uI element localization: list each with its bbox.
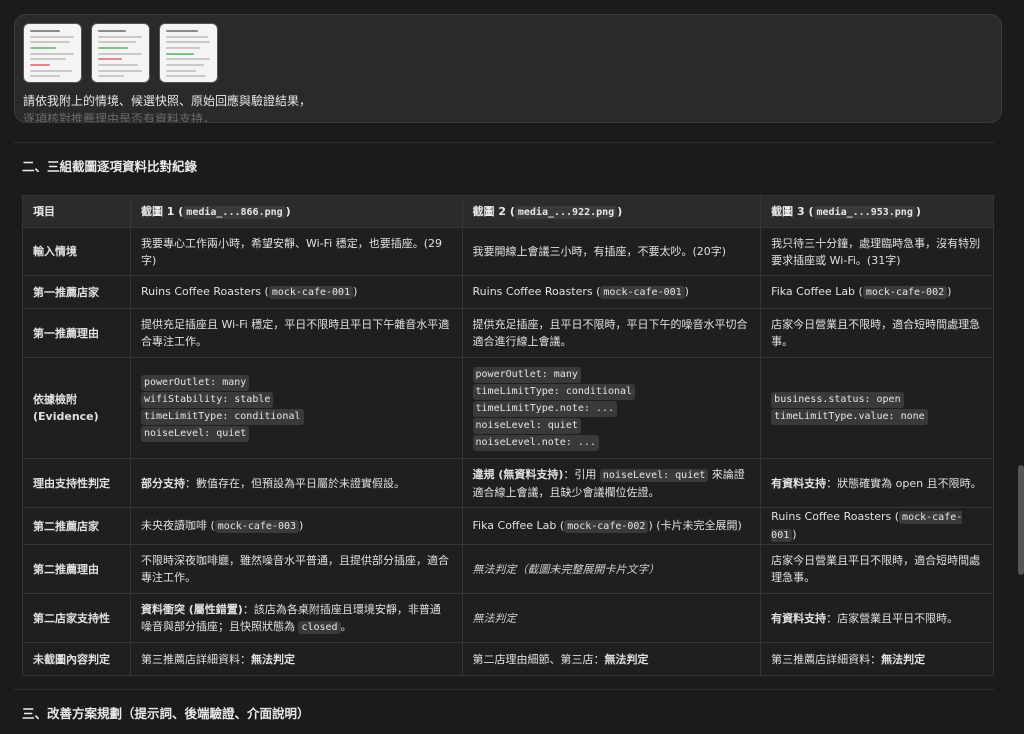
- table-row: 第一推薦理由 提供充足插座且 Wi-Fi 穩定，平日不限時且平日下午雜音水平適合…: [22, 308, 994, 358]
- evidence-code: powerOutlet: many: [472, 366, 581, 383]
- row-label: 第二店家支持性: [22, 593, 131, 643]
- table-cell-evidence: powerOutlet: many timeLimitType: conditi…: [461, 357, 762, 459]
- table-cell: 店家今日營業且平日不限時，適合短時間處理急事。: [760, 544, 994, 594]
- comparison-table: 項目 截圖 1 (media_...866.png) 截圖 2 (media_.…: [22, 195, 994, 676]
- table-row: 第一推薦店家 Ruins Coffee Roasters (mock-cafe-…: [22, 275, 994, 309]
- evidence-code: timeLimitType.value: none: [771, 409, 928, 425]
- evidence-code: timeLimitType.note: ...: [472, 400, 617, 417]
- table-cell: 有資料支持：狀態確實為 open 且不限時。: [760, 458, 994, 508]
- divider: [14, 689, 994, 690]
- row-label: 第二推薦理由: [22, 544, 131, 594]
- table-cell: 我只待三十分鐘，處理臨時急事，沒有特別要求插座或 Wi-Fi。(31字): [760, 227, 994, 276]
- row-label: 第一推薦店家: [22, 275, 131, 309]
- row-label: 第一推薦理由: [22, 308, 131, 358]
- evidence-code: powerOutlet: many: [140, 375, 250, 391]
- table-cell: 不限時深夜咖啡廳，雖然噪音水平普通，且提供部分插座，適合專注工作。: [129, 544, 463, 594]
- table-header-row: 項目 截圖 1 (media_...866.png) 截圖 2 (media_.…: [22, 195, 994, 228]
- message-text: 請依我附上的情境、候選快照、原始回應與驗證結果， 逐項核對推薦理由是否有資料支持…: [23, 92, 312, 123]
- message-line: 請依我附上的情境、候選快照、原始回應與驗證結果，: [23, 94, 312, 108]
- scrollbar-thumb[interactable]: [1018, 465, 1024, 575]
- table-cell: 違規 (無資料支持)：引用 noiseLevel: quiet 來論證適合線上會…: [461, 458, 762, 508]
- table-row: 理由支持性判定 部分支持：數值存在，但預設為平日屬於未證實假設。 違規 (無資料…: [22, 458, 994, 508]
- evidence-code: business.status: open: [771, 392, 904, 408]
- table-cell: 我要專心工作兩小時，希望安靜、Wi-Fi 穩定，也要插座。(29字): [129, 227, 463, 276]
- header-screenshot-1: 截圖 1 (media_...866.png): [129, 195, 463, 228]
- table-row: 未截圖內容判定 第三推薦店詳細資料：無法判定 第二店理由細節、第三店：無法判定 …: [22, 642, 994, 676]
- row-label: 未截圖內容判定: [22, 642, 131, 676]
- table-cell: 店家今日營業且不限時，適合短時間處理急事。: [760, 308, 994, 358]
- header-screenshot-2: 截圖 2 (media_...922.png): [461, 195, 762, 228]
- table-cell-evidence: business.status: open timeLimitType.valu…: [760, 357, 994, 459]
- table-cell-evidence: powerOutlet: many wifiStability: stable …: [129, 357, 463, 459]
- header-screenshot-3: 截圖 3 (media_...953.png): [760, 195, 994, 228]
- header-item: 項目: [22, 195, 131, 228]
- table-cell: Fika Coffee Lab (mock-cafe-002): [760, 275, 994, 309]
- table-cell: 我要開線上會議三小時，有插座，不要太吵。(20字): [461, 227, 762, 276]
- table-cell: 未央夜讀咖啡 (mock-cafe-003): [129, 507, 463, 545]
- evidence-code: noiseLevel: quiet: [472, 417, 581, 434]
- attachment-thumbnails: [23, 23, 218, 83]
- table-row: 第二推薦理由 不限時深夜咖啡廳，雖然噪音水平普通，且提供部分插座，適合專注工作。…: [22, 544, 994, 594]
- row-label: 理由支持性判定: [22, 458, 131, 508]
- table-cell: 無法判定: [461, 593, 762, 643]
- table-cell: Ruins Coffee Roasters (mock-cafe-001): [129, 275, 463, 309]
- attachment-thumbnail[interactable]: [23, 23, 82, 83]
- table-row: 第二推薦店家 未央夜讀咖啡 (mock-cafe-003) Fika Coffe…: [22, 507, 994, 545]
- row-label: 依據檢附 (Evidence): [22, 357, 131, 459]
- table-cell: 提供充足插座且 Wi-Fi 穩定，平日不限時且平日下午雜音水平適合專注工作。: [129, 308, 463, 358]
- section-title: 三、改善方案規劃（提示詞、後端驗證、介面說明）: [22, 706, 310, 721]
- evidence-code: wifiStability: stable: [140, 392, 274, 408]
- table-cell: Fika Coffee Lab (mock-cafe-002) (卡片未完全展開…: [461, 507, 762, 545]
- table-cell: 第二店理由細節、第三店：無法判定: [461, 642, 762, 676]
- section-title: 二、三組截圖逐項資料比對紀錄: [22, 159, 198, 174]
- table-cell: 提供充足插座，且平日不限時，平日下午的噪音水平切合適合進行線上會議。: [461, 308, 762, 358]
- evidence-code: timeLimitType: conditional: [140, 409, 304, 425]
- table-cell: 有資料支持：店家營業且平日不限時。: [760, 593, 994, 643]
- user-message-card: 請依我附上的情境、候選快照、原始回應與驗證結果， 逐項核對推薦理由是否有資料支持…: [14, 14, 1002, 123]
- attachment-thumbnail[interactable]: [159, 23, 218, 83]
- evidence-code: timeLimitType: conditional: [472, 383, 636, 400]
- table-cell: Ruins Coffee Roasters (mock-cafe-001): [461, 275, 762, 309]
- evidence-code: noiseLevel.note: ...: [472, 434, 599, 451]
- table-cell: Ruins Coffee Roasters (mock-cafe-001): [760, 507, 994, 545]
- table-cell: 第三推薦店詳細資料：無法判定: [760, 642, 994, 676]
- divider: [14, 142, 994, 143]
- table-row: 依據檢附 (Evidence) powerOutlet: many wifiSt…: [22, 357, 994, 459]
- evidence-code: noiseLevel: quiet: [140, 426, 250, 442]
- table-cell: 無法判定（截圖未完整展開卡片文字）: [461, 544, 762, 594]
- message-line-faded: 逐項核對推薦理由是否有資料支持，: [23, 112, 216, 123]
- row-label: 輸入情境: [22, 227, 131, 276]
- row-label: 第二推薦店家: [22, 507, 131, 545]
- table-cell: 第三推薦店詳細資料：無法判定: [129, 642, 463, 676]
- attachment-thumbnail[interactable]: [91, 23, 150, 83]
- table-row: 第二店家支持性 資料衝突 (屬性錯置)：該店為各桌附插座且環境安靜，非普通噪音與…: [22, 593, 994, 643]
- table-cell: 部分支持：數值存在，但預設為平日屬於未證實假設。: [129, 458, 463, 508]
- table-row: 輸入情境 我要專心工作兩小時，希望安靜、Wi-Fi 穩定，也要插座。(29字) …: [22, 227, 994, 276]
- table-cell: 資料衝突 (屬性錯置)：該店為各桌附插座且環境安靜，非普通噪音與部分插座；且快照…: [129, 593, 463, 643]
